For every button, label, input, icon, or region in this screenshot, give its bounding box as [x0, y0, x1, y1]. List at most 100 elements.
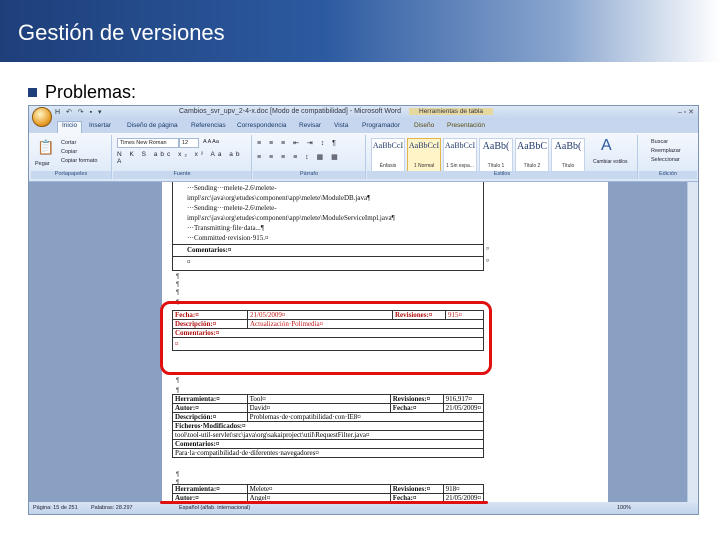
tab-referencias[interactable]: Referencias — [191, 122, 226, 129]
cut-button[interactable]: Cortar — [61, 140, 76, 146]
svn-line: impl\src\java\org\etudes\component\app\m… — [187, 214, 395, 222]
pilcrow: ¶ — [176, 282, 180, 288]
font-group: Times New Roman 12 A A Aa N K S abc x₂ x… — [113, 135, 252, 179]
slide-title: Gestión de versiones — [18, 20, 225, 45]
change-styles-icon[interactable]: A — [601, 137, 612, 155]
pilcrow: ¶ — [176, 274, 180, 280]
style-name: 1 Sin espa... — [446, 163, 474, 169]
pilcrow: ¶ — [176, 472, 180, 478]
tab-insertar[interactable]: Insertar — [89, 122, 111, 129]
font-family-select[interactable]: Times New Roman — [117, 138, 179, 148]
paste-button[interactable]: Pegar — [35, 161, 50, 167]
pilcrow: ¶ — [176, 378, 180, 384]
style-name: Énfasis — [379, 163, 397, 169]
style-preview: AaBbCcI — [372, 141, 404, 150]
editing-label: Edición — [639, 171, 697, 179]
tab-correspondencia[interactable]: Correspondencia — [237, 122, 287, 129]
style-enfasis[interactable]: AaBbCcI Énfasis — [371, 138, 405, 172]
revision-table-916: Herramienta:¤ Tool¤ Revisiones:¤ 916,917… — [172, 394, 485, 458]
style-preview: AaBbCcI — [408, 141, 440, 150]
tab-diseno[interactable]: Diseño — [414, 122, 434, 129]
autor-label: Autor:¤ — [172, 403, 248, 413]
context-title: Herramientas de tabla — [409, 108, 493, 115]
tab-presentacion[interactable]: Presentación — [447, 122, 485, 129]
fecha-value: 21/05/2009¤ — [442, 403, 485, 413]
style-name: Título 1 — [487, 163, 505, 169]
end-of-row-mark: ¤ — [486, 246, 490, 252]
font-size-select[interactable]: 12 — [179, 138, 199, 148]
revisiones-label: Revisiones:¤ — [389, 484, 444, 494]
comentarios-value: Para·la·compatibilidad·de·diferentes·nav… — [172, 448, 484, 458]
square-bullet-icon — [28, 88, 37, 97]
paragraph-label: Párrafo — [253, 171, 365, 179]
styles-group: AaBbCcI Énfasis AaBbCcI 1 Normal AaBbCcI… — [367, 135, 638, 179]
format-painter-button[interactable]: Copiar formato — [61, 158, 97, 164]
style-name: 1 Normal — [413, 163, 435, 169]
svn-line: impl\src\java\org\etudes\component\app\m… — [187, 194, 371, 202]
comentarios-label: Comentarios:¤ — [172, 439, 484, 449]
row-divider — [173, 244, 483, 245]
word-titlebar: H ↶ ↷ ▪ ▾ Cambios_svr_upv_2-4-x.doc [Mod… — [29, 106, 698, 120]
change-styles-button[interactable]: Cambiar estilos — [593, 159, 627, 165]
grow-shrink-font[interactable]: A A Aa — [203, 139, 219, 145]
pilcrow: ¶ — [176, 290, 180, 296]
tab-diseno-pagina[interactable]: Diseño de página — [127, 122, 178, 129]
tab-programador[interactable]: Programador — [362, 122, 400, 129]
paragraph-buttons-top[interactable]: ≡ ≡ ≡ ⇤ ⇥ ↕ ¶ — [257, 139, 339, 147]
language-status[interactable]: Español (alfab. internacional) — [179, 505, 250, 511]
descripcion-value: Problemas·de·compatibilidad·con·IE8¤ — [246, 412, 485, 422]
svn-line: ···Sending···melete-2.6\melete- — [187, 184, 277, 192]
ribbon-tabs: Inicio Insertar Diseño de página Referen… — [29, 120, 698, 133]
herramienta-value: Tool¤ — [246, 394, 391, 404]
paragraph-buttons-bottom[interactable]: ≡ ≡ ≡ ≡ ↕ ▦ ▦ — [257, 153, 341, 161]
tab-inicio[interactable]: Inicio — [57, 121, 83, 133]
style-sin-espaciado[interactable]: AaBbCcI 1 Sin espa... — [443, 138, 477, 172]
clipboard-group: 📋 Pegar Cortar Copiar Copiar formato Por… — [31, 135, 112, 179]
copy-button[interactable]: Copiar — [61, 149, 77, 155]
font-label: Fuente — [113, 171, 251, 179]
replace-button[interactable]: Reemplazar — [651, 148, 681, 154]
comentarios-value: ¤ — [187, 258, 191, 266]
red-highlight-line — [160, 501, 488, 504]
style-preview: AaBb( — [482, 141, 510, 152]
styles-label: Estilos — [367, 171, 637, 179]
style-preview: AaBb( — [554, 141, 582, 152]
tab-revisar[interactable]: Revisar — [299, 122, 321, 129]
revisiones-label: Revisiones:¤ — [389, 394, 444, 404]
revisiones-value: 918¤ — [442, 484, 485, 494]
revisiones-value: 916,917¤ — [442, 394, 485, 404]
window-controls[interactable]: – ▫ ✕ — [678, 108, 694, 116]
style-titulo-2[interactable]: AaBbC Título 2 — [515, 138, 549, 172]
ribbon: 📋 Pegar Cortar Copiar Copiar formato Por… — [29, 133, 698, 182]
herramienta-value: Melete¤ — [246, 484, 391, 494]
select-button[interactable]: Seleccionar — [651, 157, 680, 163]
bullet-text: Problemas: — [45, 82, 137, 102]
style-name: Título 2 — [523, 163, 541, 169]
office-button-icon[interactable] — [32, 107, 52, 127]
red-highlight-box — [160, 301, 492, 375]
page-count[interactable]: Página: 15 de 251 — [33, 505, 78, 511]
word-count[interactable]: Palabras: 28.297 — [91, 505, 133, 511]
end-of-row-mark: ¤ — [486, 258, 490, 264]
ficheros-label: Ficheros·Modificados:¤ — [172, 421, 484, 431]
comentarios-label: Comentarios:¤ — [187, 246, 232, 254]
tab-vista[interactable]: Vista — [334, 122, 348, 129]
find-button[interactable]: Buscar — [651, 139, 668, 145]
paste-icon[interactable]: 📋 — [37, 139, 54, 156]
vertical-scrollbar[interactable] — [687, 182, 698, 502]
svn-line: ···Sending···melete-2.6\melete- — [187, 204, 277, 212]
style-normal[interactable]: AaBbCcI 1 Normal — [407, 138, 441, 172]
slide-header: Gestión de versiones — [0, 0, 720, 62]
herramienta-label: Herramienta:¤ — [172, 394, 248, 404]
style-preview: AaBbCcI — [444, 141, 476, 150]
style-titulo[interactable]: AaBb( Título — [551, 138, 585, 172]
style-titulo-1[interactable]: AaBb( Título 1 — [479, 138, 513, 172]
style-preview: AaBbC — [517, 141, 547, 152]
descripcion-label: Descripción:¤ — [172, 412, 248, 422]
quick-access-toolbar[interactable]: H ↶ ↷ ▪ ▾ — [55, 108, 104, 116]
zoom-level[interactable]: 100% — [617, 505, 631, 511]
bullet-item: Problemas: — [28, 82, 136, 103]
svn-line: ···Committed·revision·915.¤ — [187, 234, 269, 242]
svn-output-table: ···Sending···melete-2.6\melete- impl\src… — [172, 182, 484, 271]
font-format-buttons[interactable]: N K S abc x₂ x² Aa ab A — [117, 151, 251, 165]
